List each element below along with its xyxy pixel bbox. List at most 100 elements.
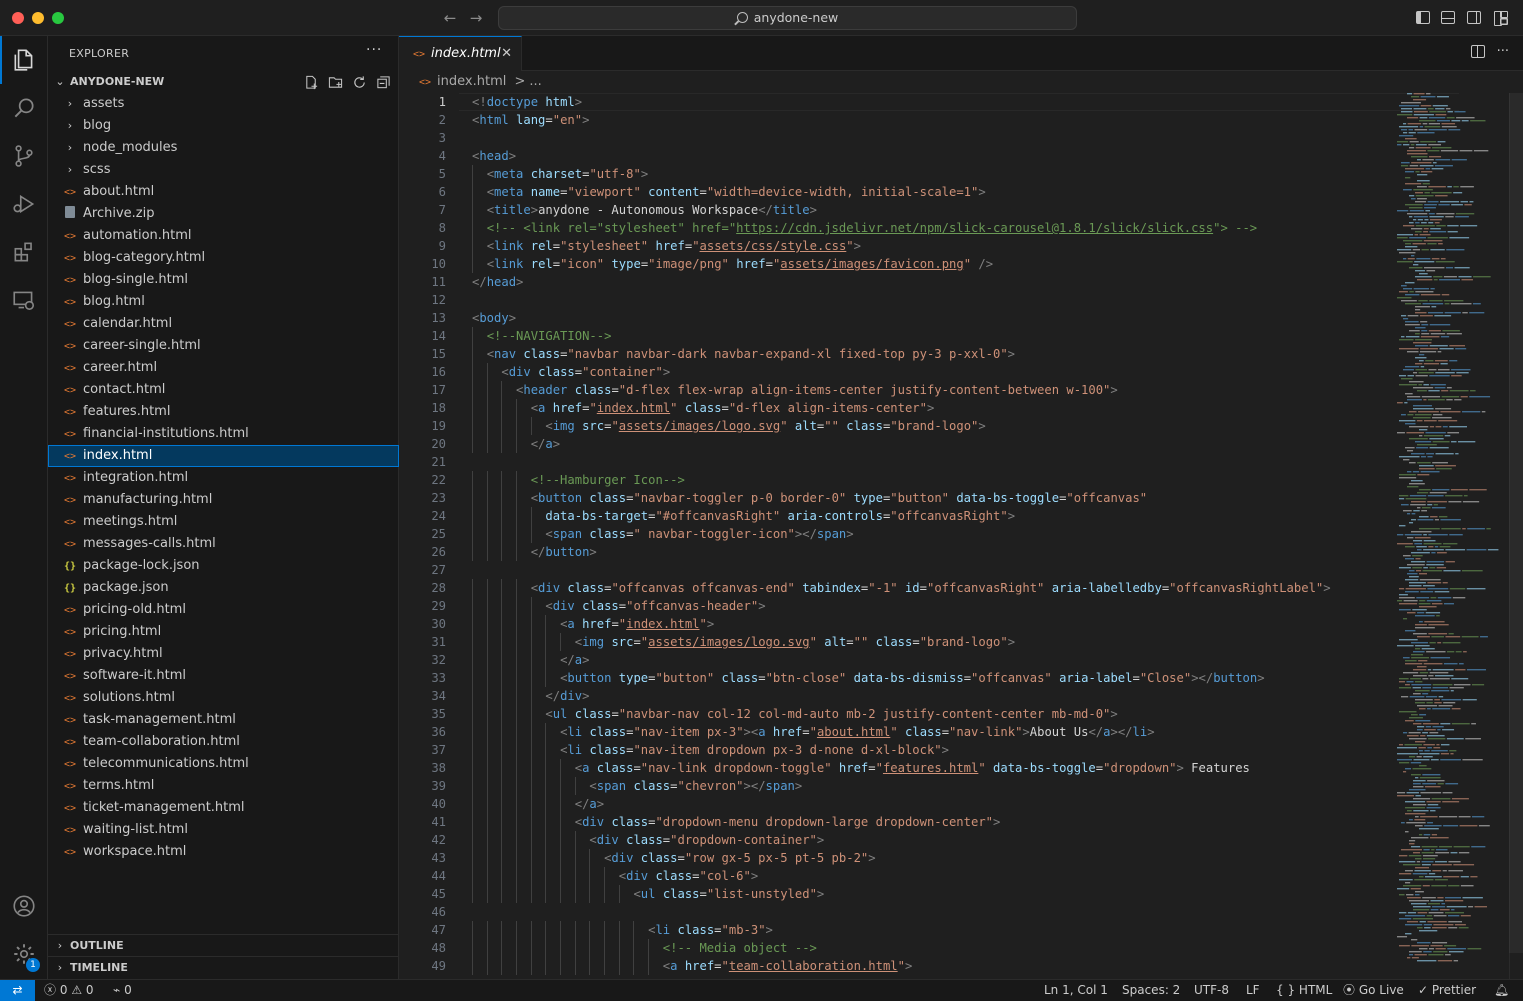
forward-arrow-icon[interactable]: → — [467, 8, 485, 28]
update-badge: 1 — [26, 958, 40, 972]
folder-item[interactable]: › node_modules — [48, 137, 399, 159]
language-mode[interactable]: { } HTML — [1276, 980, 1332, 1001]
file-item[interactable]: <> task-management.html — [48, 709, 399, 731]
manage-activity[interactable]: 1 — [0, 930, 48, 978]
prettier-status[interactable]: ✓ Prettier — [1418, 980, 1476, 1001]
file-item[interactable]: <> calendar.html — [48, 313, 399, 335]
search-activity[interactable] — [0, 84, 48, 132]
code-token: > — [758, 599, 766, 613]
code-token: " — [699, 617, 707, 631]
refresh-icon[interactable] — [351, 74, 367, 90]
command-center-search[interactable]: anydone-new — [498, 6, 1077, 30]
indent-guide — [486, 723, 488, 741]
file-item[interactable]: <> meetings.html — [48, 511, 399, 533]
more-actions-icon[interactable]: ··· — [366, 42, 382, 58]
collapse-all-icon[interactable] — [375, 74, 391, 90]
folder-item[interactable]: › blog — [48, 115, 399, 137]
workspace-root-header[interactable]: ⌄ ANYDONE-NEW — [48, 71, 399, 93]
file-label: node_modules — [83, 140, 178, 155]
minimize-window-button[interactable] — [32, 12, 44, 24]
notifications-bell-icon[interactable]: 🔔︎ — [1494, 980, 1509, 1001]
file-label: automation.html — [83, 228, 192, 243]
file-item[interactable]: {} package-lock.json — [48, 555, 399, 577]
file-item[interactable]: <> team-collaboration.html — [48, 731, 399, 753]
file-item[interactable]: <> telecommunications.html — [48, 753, 399, 775]
close-window-button[interactable] — [12, 12, 24, 24]
code-token: href — [582, 617, 612, 631]
remote-indicator[interactable]: ⇄ — [0, 980, 35, 1001]
source-control-activity[interactable] — [0, 132, 48, 180]
file-item[interactable]: <> manufacturing.html — [48, 489, 399, 511]
problems-indicator[interactable]: ⓧ 0 ⚠ 0 — [44, 980, 94, 1001]
editor-more-actions-icon[interactable]: ··· — [1497, 45, 1509, 58]
file-item[interactable]: <> index.html — [48, 445, 399, 467]
file-item[interactable]: <> career.html — [48, 357, 399, 379]
file-item[interactable]: <> workspace.html — [48, 841, 399, 863]
new-file-icon[interactable] — [303, 74, 319, 90]
scrollbar-thumb[interactable] — [1509, 93, 1523, 953]
indent-guide — [472, 831, 473, 849]
file-item[interactable]: <> waiting-list.html — [48, 819, 399, 841]
run-debug-activity[interactable] — [0, 180, 48, 228]
breadcrumb-symbol[interactable]: ... — [529, 74, 541, 89]
file-item[interactable]: <> blog-category.html — [48, 247, 399, 269]
file-item[interactable]: <> messages-calls.html — [48, 533, 399, 555]
remote-explorer-icon — [13, 291, 35, 311]
code-editor[interactable]: 1 <!doctype html> 2 <html lang="en"> 3 4 <head… — [399, 93, 1523, 979]
new-folder-icon[interactable] — [327, 74, 343, 90]
encoding[interactable]: UTF-8 — [1194, 980, 1229, 1001]
back-arrow-icon[interactable]: ← — [441, 8, 459, 28]
accounts-activity[interactable] — [0, 882, 48, 930]
timeline-section-header[interactable]: › TIMELINE — [48, 956, 399, 978]
go-live-button[interactable]: ⦿ Go Live — [1343, 980, 1404, 1001]
split-editor-icon[interactable] — [1470, 45, 1485, 58]
outline-section-header[interactable]: › OUTLINE — [48, 934, 399, 956]
file-item[interactable]: <> pricing-old.html — [48, 599, 399, 621]
file-item[interactable]: <> blog-single.html — [48, 269, 399, 291]
line-number: 1 — [438, 95, 446, 109]
file-item[interactable]: <> blog.html — [48, 291, 399, 313]
code-text: <!--NAVIGATION--> — [472, 327, 612, 345]
file-item[interactable]: <> about.html — [48, 181, 399, 203]
file-item[interactable]: <> ticket-management.html — [48, 797, 399, 819]
file-item[interactable]: <> features.html — [48, 401, 399, 423]
html-file-icon: <> — [63, 253, 77, 264]
cursor-position[interactable]: Ln 1, Col 1 — [1044, 980, 1108, 1001]
file-item[interactable]: <> terms.html — [48, 775, 399, 797]
file-item[interactable]: Archive.zip — [48, 203, 399, 225]
ports-indicator[interactable]: ⌁ 0 — [113, 980, 132, 1001]
file-item[interactable]: <> contact.html — [48, 379, 399, 401]
file-item[interactable]: <> pricing.html — [48, 621, 399, 643]
file-item[interactable]: <> privacy.html — [48, 643, 399, 665]
toggle-primary-sidebar-icon[interactable] — [1416, 11, 1430, 24]
extensions-activity[interactable] — [0, 228, 48, 276]
toggle-secondary-sidebar-icon[interactable] — [1467, 11, 1481, 24]
customize-layout-icon[interactable] — [1494, 11, 1508, 26]
code-token: > — [582, 113, 590, 127]
maximize-window-button[interactable] — [52, 12, 64, 24]
file-item[interactable]: <> career-single.html — [48, 335, 399, 357]
file-item[interactable]: <> solutions.html — [48, 687, 399, 709]
file-item[interactable]: <> automation.html — [48, 225, 399, 247]
code-token: "btn-close" — [765, 671, 847, 685]
explorer-activity[interactable] — [0, 36, 48, 84]
file-item[interactable]: <> financial-institutions.html — [48, 423, 399, 445]
indentation[interactable]: Spaces: 2 — [1122, 980, 1180, 1001]
toggle-panel-icon[interactable] — [1441, 11, 1455, 24]
file-item[interactable]: {} package.json — [48, 577, 399, 599]
code-token: > — [1007, 635, 1016, 649]
code-token: "offcanvas" — [1066, 491, 1148, 505]
file-item[interactable]: <> software-it.html — [48, 665, 399, 687]
folder-item[interactable]: › assets — [48, 93, 399, 115]
end-of-line[interactable]: LF — [1246, 980, 1260, 1001]
folder-item[interactable]: › scss — [48, 159, 399, 181]
vertical-scrollbar[interactable] — [1509, 93, 1523, 979]
file-label: contact.html — [83, 382, 166, 397]
minimap[interactable] — [1395, 93, 1510, 979]
remote-explorer-activity[interactable] — [0, 276, 48, 324]
code-token: class — [655, 869, 693, 883]
file-item[interactable]: <> integration.html — [48, 467, 399, 489]
tab-index-html[interactable]: <> index.html ✕ — [399, 36, 522, 71]
breadcrumb-file[interactable]: index.html — [437, 74, 506, 89]
close-tab-icon[interactable]: ✕ — [501, 37, 512, 71]
